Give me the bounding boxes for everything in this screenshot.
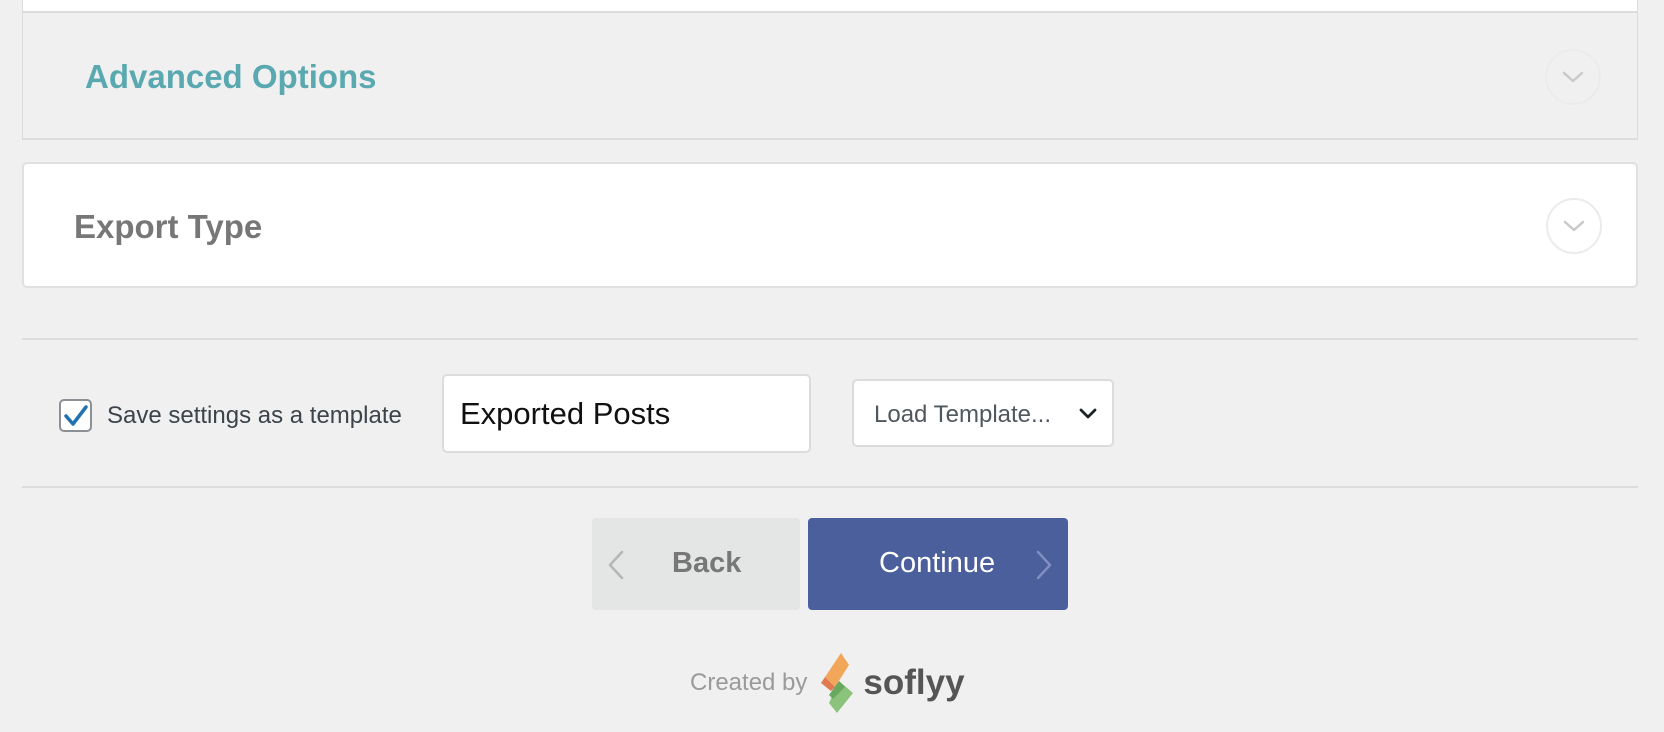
back-button-label: Back <box>672 547 742 579</box>
brand-name[interactable]: soflyy <box>863 663 964 703</box>
footer-credit: Created by soflyy <box>690 648 965 718</box>
continue-button-label: Continue <box>879 547 996 579</box>
advanced-options-toggle[interactable] <box>1545 49 1601 105</box>
template-name-input[interactable] <box>442 374 811 453</box>
chevron-down-icon <box>1079 408 1097 419</box>
save-template-checkbox[interactable] <box>59 399 92 432</box>
save-template-label[interactable]: Save settings as a template <box>107 402 402 430</box>
chevron-left-icon <box>608 550 624 580</box>
export-type-panel[interactable]: Export Type <box>22 162 1638 288</box>
advanced-options-panel[interactable]: Advanced Options <box>22 13 1638 140</box>
advanced-options-title[interactable]: Advanced Options <box>85 58 377 96</box>
soflyy-logo-icon[interactable] <box>817 651 857 715</box>
chevron-right-icon <box>1036 550 1052 580</box>
template-settings-row: Save settings as a template Load Templat… <box>0 340 1664 486</box>
load-template-label: Load Template... <box>874 401 1052 428</box>
check-icon <box>63 404 88 426</box>
continue-button[interactable]: Continue <box>808 518 1068 610</box>
chevron-down-icon <box>1563 220 1585 232</box>
back-button[interactable]: Back <box>592 518 800 610</box>
export-type-title[interactable]: Export Type <box>74 208 262 246</box>
section-divider <box>22 486 1638 488</box>
export-type-toggle[interactable] <box>1546 198 1602 254</box>
load-template-select[interactable]: Load Template... <box>852 379 1114 447</box>
chevron-down-icon <box>1562 71 1584 83</box>
previous-panel-edge <box>22 0 1638 13</box>
created-by-text: Created by <box>690 669 808 696</box>
